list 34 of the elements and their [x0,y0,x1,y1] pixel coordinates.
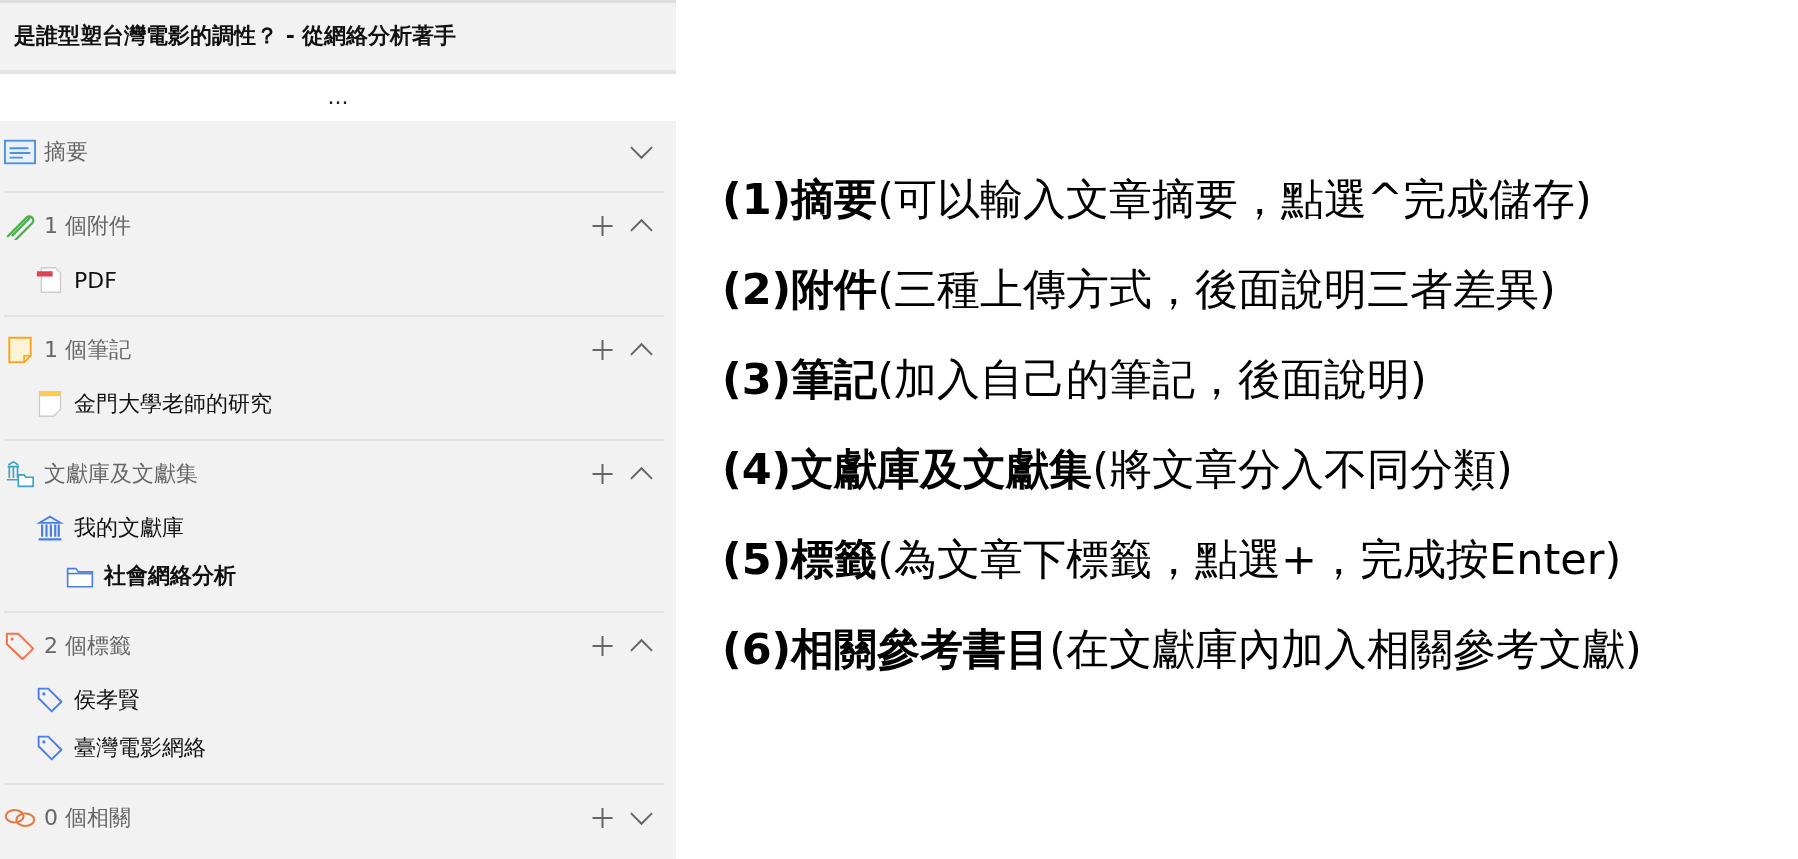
tag-icon [36,686,64,714]
tag-icon [36,734,64,762]
section-title[interactable]: 1 個附件 [44,211,131,241]
item-title: 是誰型塑台灣電影的調性？ - 從網絡分析著手 [14,22,457,51]
annotation-text: (5)標籤(為文章下標籤，點選+，完成按Enter) [722,534,1623,584]
section-title[interactable]: 文獻庫及文獻集 [44,459,198,489]
tag-icon [4,632,36,660]
item-label[interactable]: 金門大學老師的研究 [74,389,272,419]
item-label[interactable]: 社會網絡分析 [104,561,236,591]
annotation-text: (1)摘要(可以輸入文章摘要，點選^完成儲存) [722,174,1593,224]
annotation-text: (6)相關參考書目(在文獻庫內加入相關參考文獻) [722,624,1642,674]
annotation-text: (4)文獻庫及文獻集(將文章分入不同分類) [722,444,1514,494]
section-title[interactable]: 0 個相關 [44,803,131,833]
item-label[interactable]: 我的文獻庫 [74,513,184,543]
library-folder-icon [4,460,36,488]
library-building-icon [36,514,64,542]
item-label[interactable]: 臺灣電影網絡 [74,733,206,763]
section-title[interactable]: 摘要 [44,137,88,167]
note-icon [36,390,64,418]
add-icon[interactable] [590,214,615,238]
add-icon[interactable] [590,806,615,830]
section-title[interactable]: 1 個筆記 [44,335,131,365]
pdf-file-icon [36,266,64,294]
section-title[interactable]: 2 個標籤 [44,631,131,661]
document-lines-icon [4,138,36,166]
more-button[interactable]: ... [319,86,357,109]
annotation-text: (3)筆記(加入自己的筆記，後面說明) [722,354,1428,404]
item-label[interactable]: 侯孝賢 [74,685,140,715]
add-icon[interactable] [590,462,615,486]
paperclip-icon [4,212,36,240]
add-icon[interactable] [590,338,615,362]
item-label[interactable]: PDF [74,267,117,293]
annotation-text: (2)附件(三種上傳方式，後面說明三者差異) [722,264,1557,314]
add-icon[interactable] [590,634,615,658]
